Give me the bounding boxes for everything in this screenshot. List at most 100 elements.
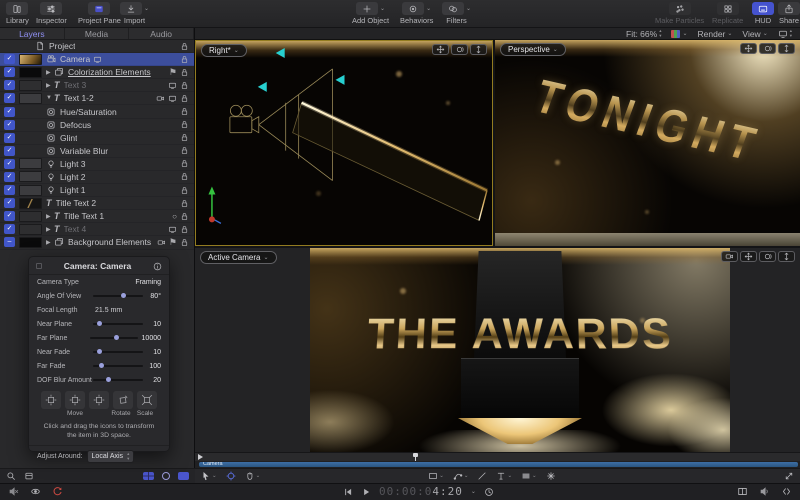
- show-audio-icon[interactable]: [759, 486, 770, 497]
- viewport-right[interactable]: Right*⌄: [195, 40, 493, 246]
- circle-icon[interactable]: ○: [172, 211, 177, 221]
- info-icon[interactable]: [153, 262, 162, 271]
- render-menu[interactable]: Render⌄: [698, 29, 733, 39]
- disclosure-right-icon[interactable]: ▶: [46, 82, 54, 89]
- orbit-view-button[interactable]: [759, 251, 776, 262]
- display-icon[interactable]: [168, 94, 177, 103]
- layer-row-glint[interactable]: ✓Glint: [0, 132, 194, 145]
- layer-checkbox[interactable]: ✓: [4, 159, 15, 169]
- orbit-view-button[interactable]: [759, 43, 776, 54]
- rectangle-tool[interactable]: ⌄: [428, 471, 444, 481]
- timeline-resize-handle[interactable]: [784, 471, 794, 481]
- layer-checkbox[interactable]: ✓: [4, 185, 15, 195]
- layer-row-colorization-elements[interactable]: ✓▶Colorization Elements⚑: [0, 66, 194, 79]
- show-image-layers-toggle[interactable]: [143, 472, 154, 480]
- layer-row-hue-saturation[interactable]: ✓Hue/Saturation: [0, 105, 194, 118]
- bezier-tool[interactable]: ⌄: [453, 471, 469, 481]
- slider[interactable]: [93, 351, 143, 353]
- layer-checkbox[interactable]: ✓: [4, 54, 15, 64]
- slider[interactable]: [93, 323, 143, 325]
- lock-icon[interactable]: [180, 55, 189, 64]
- clock-icon[interactable]: [484, 487, 494, 497]
- make-particles-button[interactable]: Make Particles: [655, 2, 704, 25]
- line-tool[interactable]: [477, 471, 487, 481]
- disclosure-right-icon[interactable]: ▶: [46, 69, 54, 76]
- mute-icon[interactable]: [8, 486, 19, 497]
- lock-icon[interactable]: [180, 186, 189, 195]
- pan-view-button[interactable]: [432, 44, 449, 55]
- adjust-item-tool[interactable]: [546, 471, 556, 481]
- layer-row-text-3[interactable]: ✓▶TText 3: [0, 79, 194, 92]
- layer-checkbox[interactable]: ✓: [4, 80, 15, 90]
- layer-row-light-1[interactable]: ✓Light 1: [0, 184, 194, 197]
- layer-row-project[interactable]: Project: [0, 40, 194, 53]
- mask-tool[interactable]: ⌄: [521, 471, 537, 481]
- move-z-tool[interactable]: [89, 391, 109, 409]
- scale-tool[interactable]: [137, 391, 157, 409]
- layer-checkbox[interactable]: ✓: [4, 146, 15, 156]
- lock-icon[interactable]: [180, 107, 189, 116]
- camera-track-bar[interactable]: Camera: [199, 462, 798, 467]
- library-button[interactable]: Library: [6, 2, 29, 25]
- layer-row-title-text-1[interactable]: ✓▶TTitle Text 1○: [0, 210, 194, 223]
- show-group-layers-toggle[interactable]: [178, 472, 189, 480]
- lock-icon[interactable]: [180, 120, 189, 129]
- filters-button[interactable]: ⌄Filters: [442, 2, 471, 25]
- view-select-right[interactable]: Right*⌄: [201, 44, 247, 57]
- display-icon[interactable]: [168, 225, 177, 234]
- popup-value[interactable]: Framing: [135, 279, 161, 286]
- timecode-display[interactable]: 00:00:04:20: [379, 485, 463, 498]
- show-timeline-icon[interactable]: [737, 486, 748, 497]
- project-pane-button[interactable]: Project Pane: [78, 2, 121, 25]
- lock-icon[interactable]: [180, 146, 189, 155]
- lock-icon[interactable]: [180, 212, 189, 221]
- layer-row-title-text-2[interactable]: ✓TTitle Text 2: [0, 197, 194, 210]
- layer-row-text-4[interactable]: ✓▶TText 4: [0, 223, 194, 236]
- view-select-active-camera[interactable]: Active Camera⌄: [200, 251, 277, 264]
- share-button[interactable]: Share: [778, 2, 800, 25]
- tab-media[interactable]: Media: [65, 28, 130, 39]
- view-menu[interactable]: View⌄: [742, 29, 767, 39]
- layer-row-light-3[interactable]: ✓Light 3: [0, 158, 194, 171]
- adjust-around-select[interactable]: Local Axis▴▾: [87, 450, 135, 463]
- orbit-view-button[interactable]: [451, 44, 468, 55]
- viewport-active-camera[interactable]: THE AWARDS Active Camera⌄: [195, 248, 800, 452]
- disclosure-right-icon[interactable]: ▶: [46, 226, 54, 233]
- flag-icon[interactable]: ⚑: [169, 67, 177, 77]
- layer-checkbox[interactable]: ✓: [4, 133, 15, 143]
- hud-panel[interactable]: Camera: Camera Camera TypeFramingAngle O…: [28, 256, 170, 452]
- previous-frame-button[interactable]: [343, 487, 353, 497]
- layer-row-variable-blur[interactable]: ✓Variable Blur: [0, 145, 194, 158]
- lock-icon[interactable]: [180, 133, 189, 142]
- channels-menu[interactable]: ⌄: [671, 30, 687, 38]
- tab-audio[interactable]: Audio: [129, 28, 194, 39]
- layer-row-background-elements[interactable]: –▶Background Elements⚑: [0, 236, 194, 249]
- move-xy-tool[interactable]: [41, 391, 61, 409]
- layer-row-defocus[interactable]: ✓Defocus: [0, 119, 194, 132]
- pan-view-button[interactable]: [740, 251, 757, 262]
- pan-tool[interactable]: ⌄: [245, 471, 261, 481]
- add-object-button[interactable]: ⌄Add Object: [352, 2, 389, 25]
- chevron-down-icon[interactable]: ⌄: [471, 489, 476, 495]
- layer-checkbox[interactable]: ✓: [4, 93, 15, 103]
- lock-icon[interactable]: [180, 225, 189, 234]
- loop-record-icon[interactable]: [52, 486, 63, 497]
- flag-icon[interactable]: ⚑: [169, 237, 177, 247]
- camera-overlay-button[interactable]: [721, 251, 738, 262]
- lock-icon[interactable]: [180, 159, 189, 168]
- hud-button[interactable]: HUD: [752, 2, 774, 25]
- disclosure-right-icon[interactable]: ▶: [46, 239, 54, 246]
- rotate-tool[interactable]: [113, 391, 133, 409]
- filter-list-icon[interactable]: [24, 471, 34, 481]
- replicate-button[interactable]: Replicate: [712, 2, 743, 25]
- camtiny-icon[interactable]: [156, 94, 165, 103]
- move-xz-tool[interactable]: [65, 391, 85, 409]
- text-tool[interactable]: ⌄: [496, 471, 512, 481]
- timeline-ruler[interactable]: [195, 452, 800, 461]
- lock-icon[interactable]: [180, 172, 189, 181]
- show-shape-layers-toggle[interactable]: [162, 472, 170, 480]
- camtiny-icon[interactable]: [157, 238, 166, 247]
- layer-checkbox[interactable]: ✓: [4, 67, 15, 77]
- adjust-3d-tool[interactable]: [226, 471, 236, 481]
- layer-checkbox[interactable]: ✓: [4, 172, 15, 182]
